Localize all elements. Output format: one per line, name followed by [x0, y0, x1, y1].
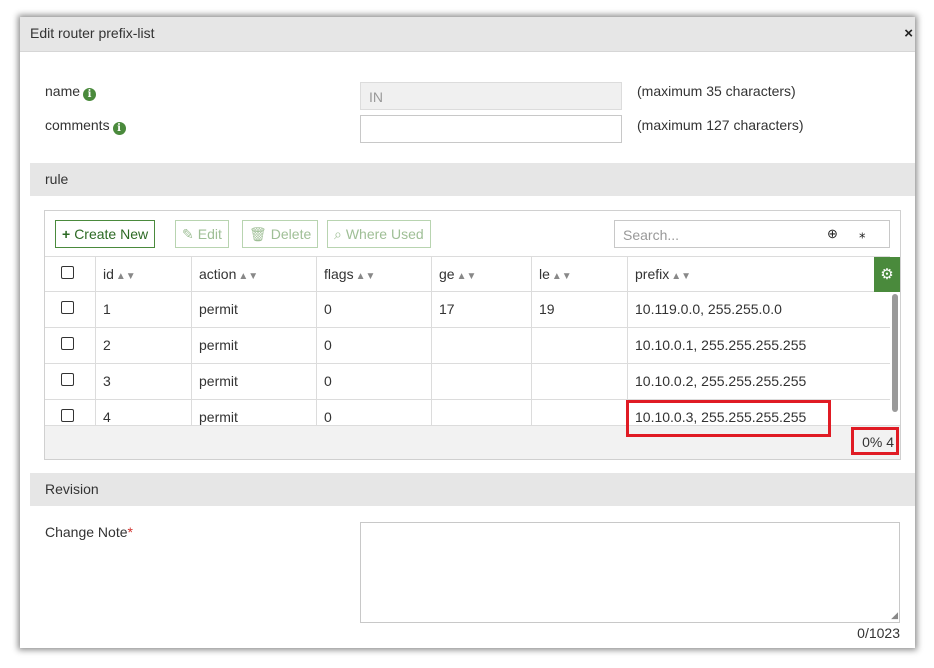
cell-action: permit	[191, 292, 316, 327]
search-magnifier-icon[interactable]: ⊕	[827, 226, 838, 242]
select-all-checkbox-cell	[45, 257, 95, 291]
comments-hint: (maximum 127 characters)	[637, 117, 804, 133]
clear-search-icon[interactable]: ⁎	[859, 226, 866, 242]
cell-ge	[431, 400, 531, 425]
search-input[interactable]: Search... ⊕ ⁎	[614, 220, 890, 248]
info-icon: i	[112, 122, 126, 135]
cell-id: 1	[95, 292, 191, 327]
change-note-textarea[interactable]: ◢	[360, 522, 900, 623]
delete-button[interactable]: 🗑 Delete	[242, 220, 319, 248]
highlight-box-footer	[851, 427, 899, 455]
cell-ge: 17	[431, 292, 531, 327]
column-header-le[interactable]: le ▲▼	[531, 257, 627, 291]
edit-button[interactable]: ✎ Edit	[175, 220, 229, 248]
change-note-label: Change Note*	[45, 524, 133, 540]
cell-id: 2	[95, 328, 191, 363]
row-checkbox[interactable]	[61, 409, 74, 422]
search-icon: ⌕	[334, 226, 342, 242]
cell-le	[531, 364, 627, 399]
sort-icon: ▲▼	[551, 271, 572, 282]
cell-prefix: 10.119.0.0, 255.255.0.0	[627, 292, 890, 327]
column-header-prefix[interactable]: prefix ▲▼ ⚙	[627, 257, 900, 292]
dialog-titlebar: Edit router prefix-list ×	[20, 17, 915, 52]
highlight-box-prefix	[626, 400, 831, 437]
sort-icon: ▲▼	[456, 271, 477, 282]
row-checkbox[interactable]	[61, 301, 74, 314]
resize-grip-icon[interactable]: ◢	[891, 610, 898, 621]
dialog-title: Edit router prefix-list	[30, 25, 155, 41]
table-row[interactable]: 1 permit 0 17 19 10.119.0.0, 255.255.0.0	[45, 292, 890, 328]
revision-section-header: Revision	[30, 473, 915, 506]
gear-icon[interactable]: ⚙	[874, 257, 900, 292]
row-checkbox[interactable]	[61, 337, 74, 350]
edit-icon: ✎	[182, 226, 194, 242]
info-icon: i	[83, 88, 97, 101]
name-label: name i	[45, 83, 97, 101]
cell-prefix: 10.10.0.1, 255.255.255.255	[627, 328, 890, 363]
cell-le	[531, 328, 627, 363]
select-all-checkbox[interactable]	[61, 266, 74, 279]
table-scrollbar[interactable]	[892, 294, 898, 412]
sort-icon: ▲▼	[671, 271, 692, 282]
change-note-counter: 0/1023	[857, 625, 900, 641]
cell-prefix: 10.10.0.2, 255.255.255.255	[627, 364, 890, 399]
cell-action: permit	[191, 328, 316, 363]
comments-label: comments i	[45, 117, 126, 135]
table-row[interactable]: 2 permit 0 10.10.0.1, 255.255.255.255	[45, 328, 890, 364]
cell-flags: 0	[316, 292, 431, 327]
cell-id: 3	[95, 364, 191, 399]
cell-flags: 0	[316, 400, 431, 425]
cell-ge	[431, 328, 531, 363]
rule-panel: + Create New ✎ Edit 🗑 Delete ⌕ Where Used Se…	[44, 210, 901, 460]
close-icon[interactable]: ×	[904, 25, 913, 42]
cell-action: permit	[191, 400, 316, 425]
cell-flags: 0	[316, 328, 431, 363]
required-marker: *	[127, 524, 133, 540]
plus-icon: +	[62, 226, 71, 242]
comments-input[interactable]	[360, 115, 622, 143]
sort-icon: ▲▼	[115, 271, 136, 282]
column-header-flags[interactable]: flags ▲▼	[316, 257, 431, 291]
cell-le	[531, 400, 627, 425]
edit-prefix-list-dialog: Edit router prefix-list × name i IN (maxi…	[20, 17, 915, 648]
column-header-id[interactable]: id ▲▼	[95, 257, 191, 291]
create-new-button[interactable]: + Create New	[55, 220, 156, 248]
rule-section-header: rule	[30, 163, 915, 196]
cell-action: permit	[191, 364, 316, 399]
table-row[interactable]: 3 permit 0 10.10.0.2, 255.255.255.255	[45, 364, 890, 400]
cell-ge	[431, 364, 531, 399]
column-header-action[interactable]: action ▲▼	[191, 257, 316, 291]
table-header-row: id ▲▼ action ▲▼ flags ▲▼ ge ▲▼ le ▲▼ prefix ▲▼…	[45, 256, 900, 292]
cell-flags: 0	[316, 364, 431, 399]
cell-le: 19	[531, 292, 627, 327]
where-used-button[interactable]: ⌕ Where Used	[327, 220, 431, 248]
sort-icon: ▲▼	[238, 271, 259, 282]
cell-id: 4	[95, 400, 191, 425]
sort-icon: ▲▼	[355, 271, 376, 282]
trash-icon: 🗑	[249, 226, 267, 242]
row-checkbox[interactable]	[61, 373, 74, 386]
name-hint: (maximum 35 characters)	[637, 83, 796, 99]
name-input: IN	[360, 82, 622, 110]
column-header-ge[interactable]: ge ▲▼	[431, 257, 531, 291]
